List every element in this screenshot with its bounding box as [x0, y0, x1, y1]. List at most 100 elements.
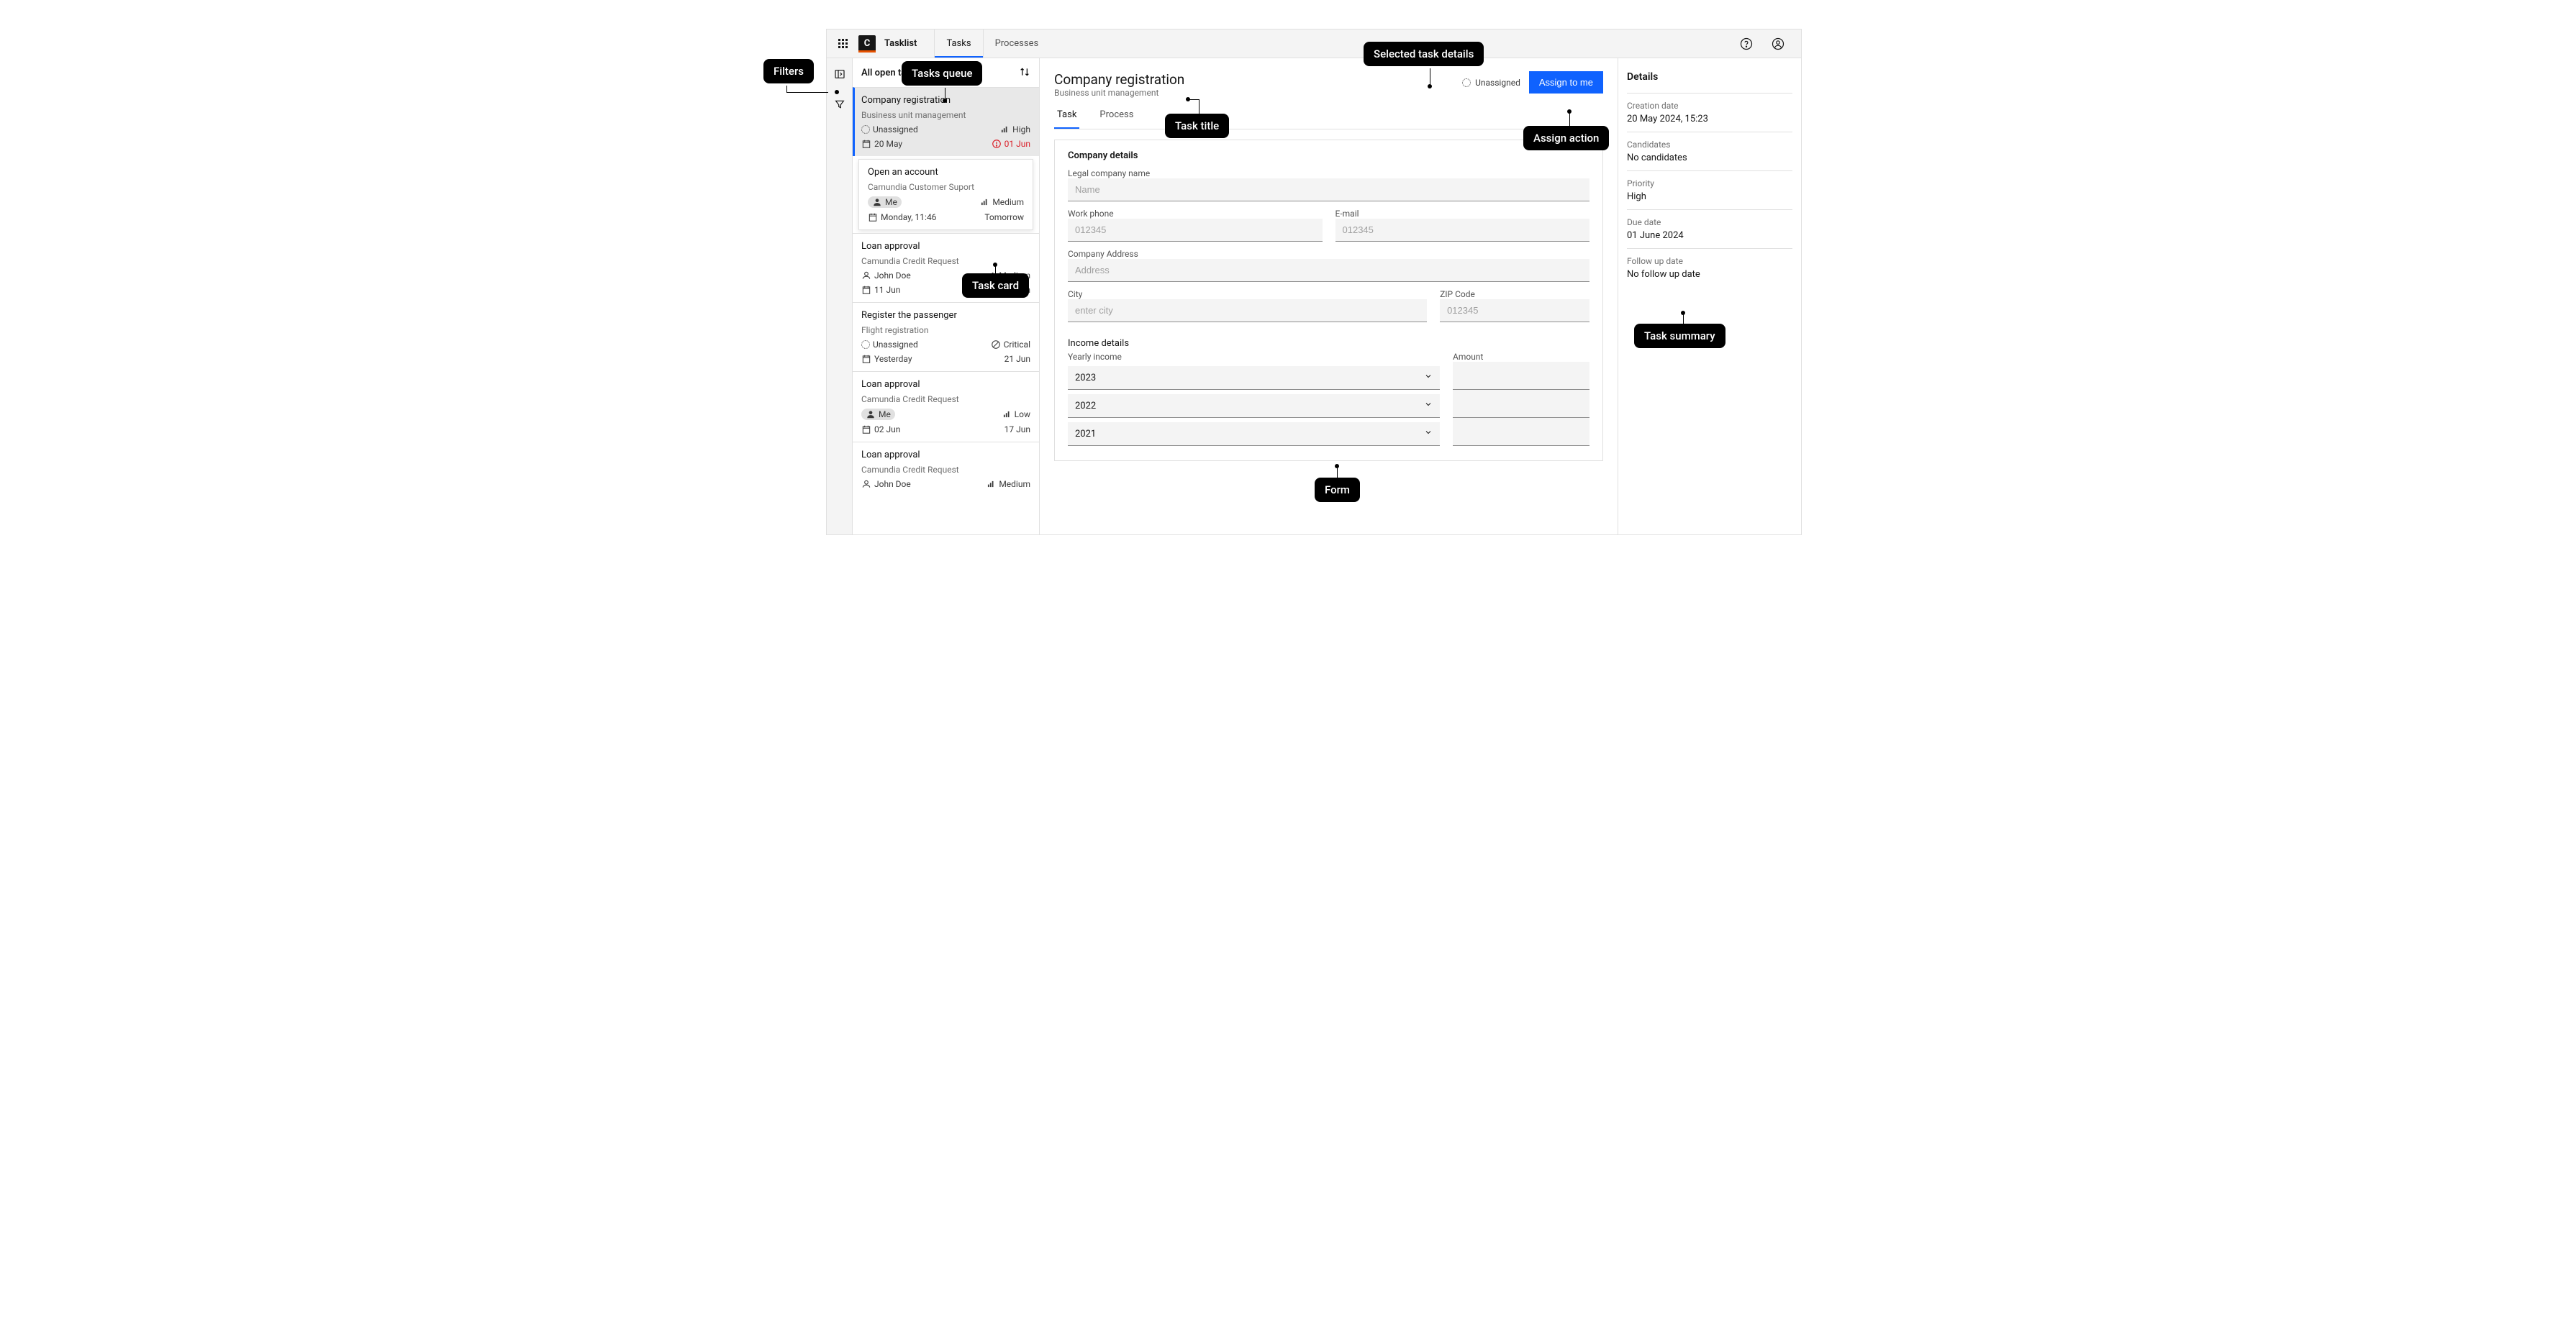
- task-title: Company registration: [1054, 71, 1184, 88]
- task-card-assignee: Me: [861, 409, 895, 420]
- callout-selected: Selected task details: [1364, 42, 1484, 66]
- task-card-created-date: 02 Jun: [861, 424, 900, 434]
- nav-tab-processes[interactable]: Processes: [983, 29, 1051, 58]
- task-subtitle: Business unit management: [1054, 88, 1184, 98]
- task-card-due-date: Tomorrow: [984, 212, 1024, 222]
- task-card-title: Loan approval: [861, 450, 1030, 460]
- help-icon[interactable]: [1735, 32, 1758, 55]
- expand-sidebar-icon[interactable]: [830, 64, 850, 84]
- sort-icon[interactable]: [1019, 66, 1030, 80]
- task-form: Company details Legal company name Work …: [1054, 140, 1603, 461]
- summary-value: High: [1627, 191, 1792, 202]
- input-email[interactable]: [1335, 219, 1590, 242]
- task-card-title: Register the passenger: [861, 310, 1030, 321]
- task-card[interactable]: Loan approvalCamundia Credit RequestMeLo…: [853, 371, 1039, 442]
- label-email: E-mail: [1335, 209, 1590, 219]
- assign-to-me-button[interactable]: Assign to me: [1529, 71, 1603, 94]
- label-work-phone: Work phone: [1068, 209, 1323, 219]
- label-legal-name: Legal company name: [1068, 168, 1589, 178]
- task-card-priority: Medium: [979, 197, 1024, 207]
- callout-queue: Tasks queue: [902, 61, 982, 86]
- chevron-down-icon: [1424, 372, 1433, 383]
- chevron-down-icon: [1424, 428, 1433, 439]
- input-address[interactable]: [1068, 259, 1589, 282]
- calendar-icon: [861, 139, 871, 149]
- year-select[interactable]: 2022: [1068, 394, 1440, 418]
- label-amount: Amount: [1453, 352, 1589, 362]
- input-city[interactable]: [1068, 299, 1427, 322]
- priority-icon: [999, 124, 1010, 135]
- priority-icon: [991, 340, 1001, 350]
- callout-task-title: Task title: [1165, 114, 1229, 138]
- task-card[interactable]: Company registrationBusiness unit manage…: [853, 87, 1039, 156]
- task-card-assignee: Unassigned: [861, 124, 918, 135]
- unassigned-icon: [1462, 78, 1471, 87]
- label-address: Company Address: [1068, 249, 1589, 259]
- task-card-created-date: 20 May: [861, 139, 902, 149]
- summary-row: Candidates No candidates: [1627, 132, 1792, 170]
- task-card-subtitle: Business unit management: [861, 110, 1030, 120]
- callout-form: Form: [1315, 478, 1360, 502]
- input-zip[interactable]: [1440, 299, 1589, 322]
- input-amount[interactable]: [1453, 362, 1589, 390]
- label-zip: ZIP Code: [1440, 289, 1589, 299]
- summary-value: No candidates: [1627, 152, 1792, 163]
- year-select[interactable]: 2021: [1068, 422, 1440, 446]
- summary-label: Follow up date: [1627, 256, 1792, 266]
- chevron-down-icon: [1424, 400, 1433, 411]
- user-icon: [866, 409, 876, 419]
- input-amount[interactable]: [1453, 418, 1589, 446]
- task-card[interactable]: Loan approvalCamundia Credit RequestJohn…: [853, 442, 1039, 496]
- unassigned-icon: [861, 125, 870, 134]
- filter-icon[interactable]: [830, 94, 850, 114]
- tab-process[interactable]: Process: [1097, 102, 1136, 129]
- task-card-created-date: 11 Jun: [861, 285, 900, 295]
- summary-row: Follow up dateNo follow up date: [1627, 248, 1792, 287]
- user-avatar-icon[interactable]: [1767, 32, 1790, 55]
- task-card-assignee: Me: [868, 196, 902, 208]
- task-card-created-date: Monday, 11:46: [868, 212, 936, 222]
- tab-task[interactable]: Task: [1054, 102, 1079, 129]
- user-icon: [861, 479, 871, 489]
- task-card-priority: High: [999, 124, 1030, 135]
- callout-filters: Filters: [763, 59, 814, 83]
- input-legal-name[interactable]: [1068, 178, 1589, 201]
- task-card[interactable]: Register the passenger Flight registratio…: [853, 302, 1039, 371]
- callout-summary: Task summary: [1634, 324, 1725, 348]
- task-card[interactable]: Open an account Camundia Customer Suport M…: [858, 159, 1033, 230]
- summary-value: 20 May 2024, 15:23: [1627, 114, 1792, 124]
- task-card-priority: Medium: [986, 479, 1030, 489]
- summary-row: Due date 01 June 2024: [1627, 209, 1792, 248]
- summary-label: Creation date: [1627, 101, 1792, 111]
- task-card-subtitle: Flight registration: [861, 325, 1030, 335]
- task-card-due-date: 21 Jun: [1004, 354, 1030, 364]
- summary-value: 01 June 2024: [1627, 230, 1792, 241]
- task-card-assignee: John Doe: [861, 270, 911, 281]
- filter-sidebar: [827, 58, 853, 534]
- user-icon: [872, 197, 882, 207]
- unassigned-icon: [861, 340, 870, 349]
- assignee-status: Unassigned: [1462, 78, 1520, 88]
- input-work-phone[interactable]: [1068, 219, 1323, 242]
- task-card-priority: Critical: [991, 340, 1030, 350]
- summary-label: Candidates: [1627, 140, 1792, 150]
- summary-label: Due date: [1627, 217, 1792, 227]
- year-select[interactable]: 2023: [1068, 366, 1440, 390]
- task-card-priority: Low: [1002, 409, 1030, 419]
- task-card-assignee: John Doe: [861, 479, 911, 489]
- callout-task-card: Task card: [962, 273, 1029, 298]
- calendar-icon: [861, 285, 871, 295]
- nav-tab-tasks[interactable]: Tasks: [934, 29, 982, 58]
- task-card-subtitle: Camundia Customer Suport: [868, 182, 1024, 192]
- app-switcher-icon[interactable]: [835, 37, 850, 51]
- form-section-company: Company details: [1068, 150, 1589, 161]
- brand-logo: C: [858, 35, 876, 53]
- summary-row: Priority High: [1627, 170, 1792, 209]
- input-amount[interactable]: [1453, 390, 1589, 418]
- task-card-title: Open an account: [868, 167, 1024, 178]
- priority-icon: [979, 197, 989, 207]
- user-icon: [861, 270, 871, 281]
- priority-icon: [1002, 409, 1012, 419]
- calendar-icon: [861, 424, 871, 434]
- summary-label: Priority: [1627, 178, 1792, 188]
